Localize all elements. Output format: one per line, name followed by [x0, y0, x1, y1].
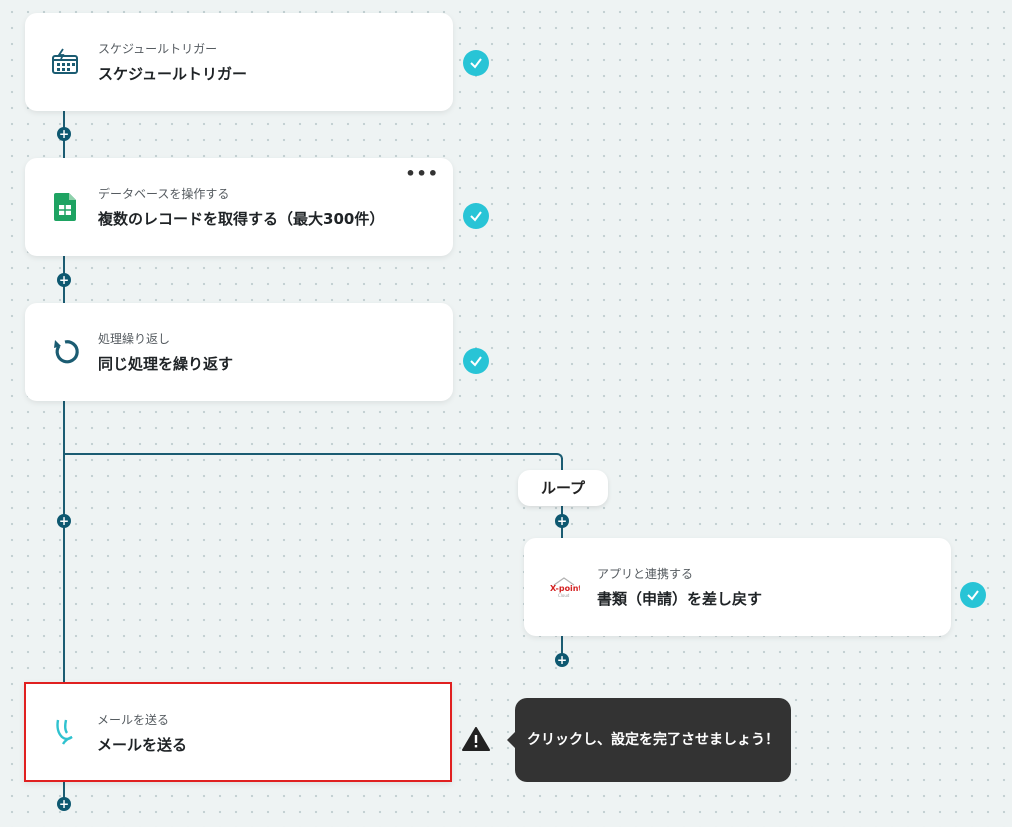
complete-check-icon: [960, 582, 986, 608]
setup-tooltip: クリックし、設定を完了させましょう！: [507, 698, 791, 782]
add-step-button[interactable]: +: [57, 127, 71, 141]
complete-check-icon: [463, 348, 489, 374]
mail-y-icon: [50, 716, 82, 748]
complete-check-icon: [463, 203, 489, 229]
x-point-logo: X-point Cloud: [548, 571, 580, 603]
loop-label: ループ: [518, 470, 608, 506]
connector-loop-horizontal: [63, 453, 557, 455]
add-step-button[interactable]: +: [57, 797, 71, 811]
add-loop-step-button[interactable]: +: [555, 514, 569, 528]
warning-icon: [462, 727, 490, 751]
node-subtitle: スケジュールトリガー: [98, 42, 218, 56]
node-subtitle: 処理繰り返し: [98, 332, 171, 346]
add-loop-step-button[interactable]: +: [555, 653, 569, 667]
node-title: スケジュールトリガー: [98, 65, 247, 83]
more-options-button[interactable]: •••: [405, 166, 439, 182]
add-step-button[interactable]: +: [57, 273, 71, 287]
calendar-lightning-icon: [49, 46, 81, 78]
add-step-button[interactable]: +: [57, 514, 71, 528]
node-subtitle: メールを送る: [97, 713, 170, 727]
node-subtitle: データベースを操作する: [98, 187, 230, 201]
node-schedule-trigger[interactable]: スケジュールトリガー スケジュールトリガー: [25, 13, 453, 111]
svg-text:Cloud: Cloud: [558, 593, 570, 598]
complete-check-icon: [463, 50, 489, 76]
connector-loop-down: [561, 458, 563, 470]
google-sheets-icon: [49, 191, 81, 223]
svg-text:X-point: X-point: [550, 584, 580, 593]
node-title: メールを送る: [97, 736, 188, 754]
node-title: 書類（申請）を差し戻す: [597, 590, 763, 608]
node-app-integration[interactable]: X-point Cloud アプリと連携する 書類（申請）を差し戻す: [524, 538, 951, 636]
node-send-mail[interactable]: メールを送る メールを送る: [24, 682, 452, 782]
node-subtitle: アプリと連携する: [597, 567, 694, 581]
node-database-operation[interactable]: データベースを操作する 複数のレコードを取得する（最大300件） •••: [25, 158, 453, 256]
loop-arrow-icon: [49, 336, 81, 368]
node-title: 複数のレコードを取得する（最大300件）: [98, 210, 385, 228]
node-loop[interactable]: 処理繰り返し 同じ処理を繰り返す: [25, 303, 453, 401]
node-title: 同じ処理を繰り返す: [98, 355, 234, 373]
